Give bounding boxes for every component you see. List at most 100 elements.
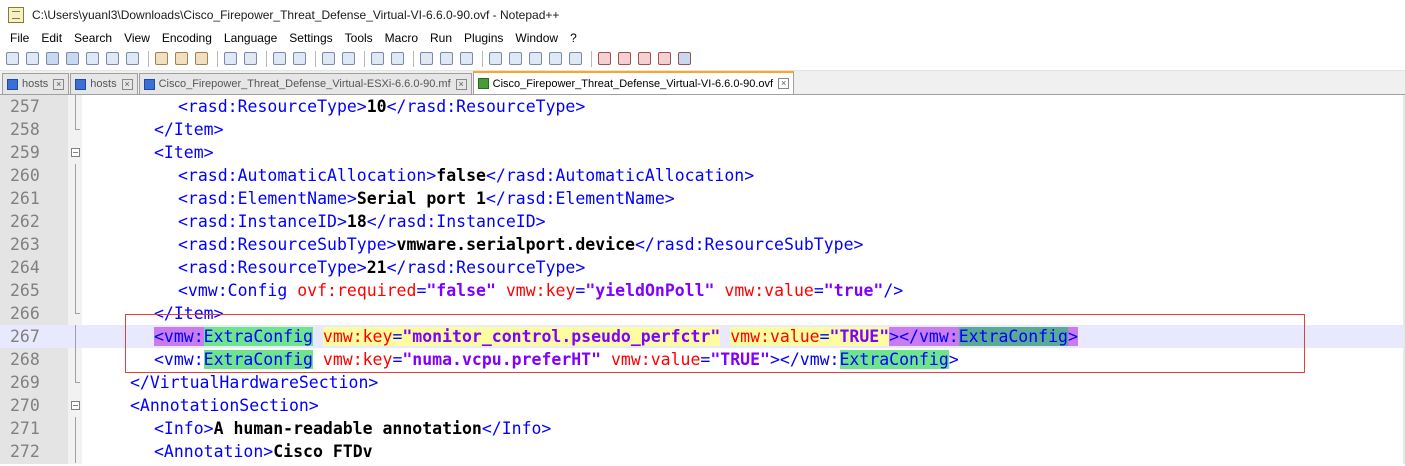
- paste-icon[interactable]: [193, 50, 210, 67]
- code-token: </rasd:ResourceSubType>: [634, 235, 864, 254]
- cut-icon[interactable]: [153, 50, 170, 67]
- menu-tools[interactable]: Tools: [339, 31, 379, 45]
- menu-encoding[interactable]: Encoding: [156, 31, 218, 45]
- code-line[interactable]: 263 <rasd:ResourceSubType>vmware.serialpo…: [0, 233, 1405, 256]
- tab-label: hosts: [22, 78, 49, 90]
- play-multiple-icon[interactable]: [656, 50, 673, 67]
- line-number: 263: [10, 235, 40, 254]
- replace-icon[interactable]: [291, 50, 308, 67]
- zoom-in-icon[interactable]: [320, 50, 337, 67]
- close-all-icon[interactable]: [104, 50, 121, 67]
- code-line[interactable]: 257 <rasd:ResourceType>10</rasd:ResourceT…: [0, 95, 1405, 118]
- code-token: </rasd:ResourceType>: [386, 97, 586, 116]
- tab-close-icon[interactable]: ×: [455, 78, 467, 90]
- code-line[interactable]: 272 <Annotation>Cisco FTDv: [0, 440, 1405, 463]
- menu-file[interactable]: File: [4, 31, 35, 45]
- save-icon[interactable]: [44, 50, 61, 67]
- tab-0[interactable]: hosts ×: [2, 73, 70, 94]
- code-token: </rasd:InstanceID>: [366, 212, 546, 231]
- play-macro-icon[interactable]: [636, 50, 653, 67]
- code-token: <rasd:ResourceSubType>: [178, 235, 397, 254]
- annotation-highlight-box: [125, 314, 1305, 373]
- menu-search[interactable]: Search: [68, 31, 118, 45]
- code-line[interactable]: 264 <rasd:ResourceType>21</rasd:ResourceT…: [0, 256, 1405, 279]
- tab-3[interactable]: Cisco_Firepower_Threat_Defense_Virtual-V…: [472, 71, 795, 94]
- code-line[interactable]: 271 <Info>A human-readable annotation</In…: [0, 417, 1405, 440]
- indent-guide-icon[interactable]: [458, 50, 475, 67]
- code-token: "true": [823, 281, 884, 300]
- menu-help[interactable]: ?: [564, 31, 583, 45]
- word-wrap-icon[interactable]: [418, 50, 435, 67]
- menu-run[interactable]: Run: [424, 31, 458, 45]
- close-icon[interactable]: [84, 50, 101, 67]
- code-token: Cisco FTDv: [273, 442, 373, 461]
- sync-vertical-icon[interactable]: [369, 50, 386, 67]
- menu-window[interactable]: Window: [509, 31, 564, 45]
- code-token: </Item>: [154, 120, 224, 139]
- code-line[interactable]: 265 <vmw:Config ovf:required="false" vmw:…: [0, 279, 1405, 302]
- code-token: <rasd:InstanceID>: [178, 212, 347, 231]
- code-token: ovf:required: [297, 281, 417, 300]
- stop-macro-icon[interactable]: [616, 50, 633, 67]
- new-file-icon[interactable]: [4, 50, 21, 67]
- fold-line-marker: [68, 233, 82, 256]
- folder-icon[interactable]: [547, 50, 564, 67]
- code-token: Serial port 1: [356, 189, 486, 208]
- tab-close-icon[interactable]: ×: [121, 78, 133, 90]
- record-macro-icon[interactable]: [596, 50, 613, 67]
- menu-edit[interactable]: Edit: [35, 31, 68, 45]
- code-token: <rasd:AutomaticAllocation>: [178, 166, 437, 185]
- code-line[interactable]: 269 </VirtualHardwareSection>: [0, 371, 1405, 394]
- code-token: <Annotation>: [154, 442, 274, 461]
- monitor-icon[interactable]: [567, 50, 584, 67]
- sync-horizontal-icon[interactable]: [389, 50, 406, 67]
- fold-toggle-icon[interactable]: [68, 148, 82, 157]
- function-list-icon[interactable]: [527, 50, 544, 67]
- code-line[interactable]: 261 <rasd:ElementName>Serial port 1</rasd…: [0, 187, 1405, 210]
- code-text: <vmw:Config ovf:required="false" vmw:key…: [82, 281, 903, 300]
- undo-icon[interactable]: [222, 50, 239, 67]
- code-token: =: [813, 281, 824, 300]
- tab-1[interactable]: hosts ×: [70, 73, 138, 94]
- copy-icon[interactable]: [173, 50, 190, 67]
- file-icon: [477, 78, 489, 89]
- code-token: <Item>: [154, 143, 214, 162]
- file-icon: [7, 78, 18, 90]
- code-line[interactable]: 258 </Item>: [0, 118, 1405, 141]
- menu-view[interactable]: View: [118, 31, 156, 45]
- save-macro-icon[interactable]: [676, 50, 693, 67]
- save-all-icon[interactable]: [64, 50, 81, 67]
- print-icon[interactable]: [124, 50, 141, 67]
- show-all-chars-icon[interactable]: [438, 50, 455, 67]
- code-token: vmw:key: [505, 281, 576, 300]
- line-number: 272: [10, 442, 40, 461]
- tab-2[interactable]: Cisco_Firepower_Threat_Defense_Virtual-E…: [138, 73, 472, 94]
- menu-plugins[interactable]: Plugins: [458, 31, 509, 45]
- doc-map-icon[interactable]: [507, 50, 524, 67]
- menu-macro[interactable]: Macro: [379, 31, 424, 45]
- line-number: 257: [10, 97, 40, 116]
- find-icon[interactable]: [271, 50, 288, 67]
- code-line[interactable]: 270 <AnnotationSection>: [0, 394, 1405, 417]
- fold-toggle-icon[interactable]: [68, 401, 82, 410]
- toolbar-separator: [148, 50, 149, 67]
- language-icon[interactable]: [487, 50, 504, 67]
- code-line[interactable]: 260 <rasd:AutomaticAllocation>false</rasd…: [0, 164, 1405, 187]
- fold-end-marker: [68, 302, 82, 314]
- tab-label: Cisco_Firepower_Threat_Defense_Virtual-E…: [158, 78, 451, 90]
- code-line[interactable]: 262 <rasd:InstanceID>18</rasd:InstanceID>: [0, 210, 1405, 233]
- code-line[interactable]: 259 <Item>: [0, 141, 1405, 164]
- menu-language[interactable]: Language: [218, 31, 283, 45]
- code-text: <Info>A human-readable annotation</Info>: [82, 419, 551, 438]
- redo-icon[interactable]: [242, 50, 259, 67]
- code-token: </rasd:ResourceType>: [386, 258, 586, 277]
- line-number: 258: [10, 120, 40, 139]
- tab-close-icon[interactable]: ×: [53, 78, 65, 90]
- tab-bar: hosts × hosts × Cisco_Firepower_Threat_Defen…: [0, 71, 1405, 95]
- menu-settings[interactable]: Settings: [283, 31, 338, 45]
- open-file-icon[interactable]: [24, 50, 41, 67]
- fold-line-marker: [68, 348, 82, 371]
- tab-close-icon[interactable]: ×: [778, 78, 790, 89]
- zoom-out-icon[interactable]: [340, 50, 357, 67]
- code-editor[interactable]: 257 <rasd:ResourceType>10</rasd:ResourceT…: [0, 95, 1405, 464]
